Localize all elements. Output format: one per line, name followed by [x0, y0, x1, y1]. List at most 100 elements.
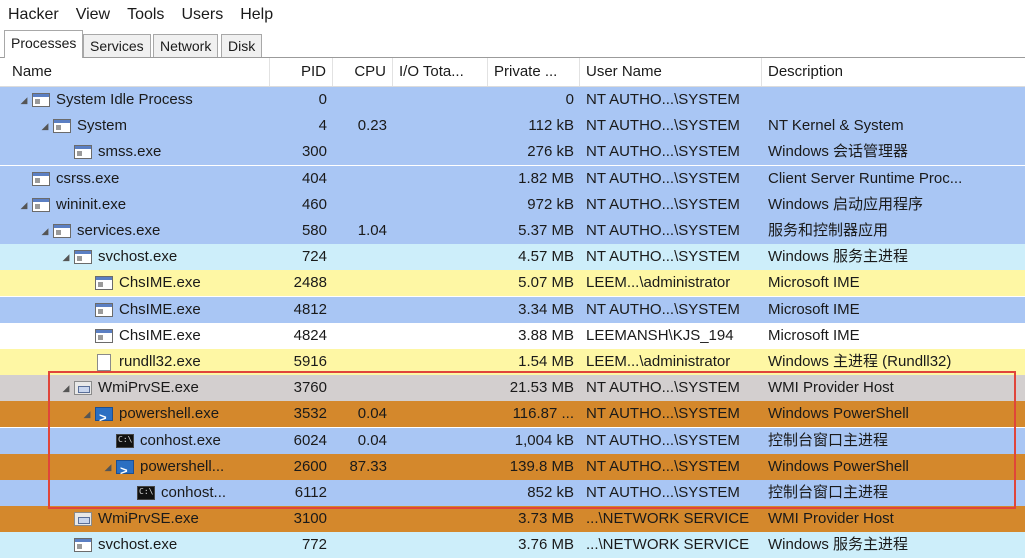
process-name: System	[77, 117, 128, 135]
io-total-cell	[393, 87, 488, 113]
description-cell: 控制台窗口主进程	[768, 431, 889, 449]
process-row[interactable]: ◢ svchost.exe 724 4.57 MB NT AUTHO...\SYSTEM…	[0, 244, 1025, 271]
io-total-cell	[393, 506, 488, 532]
process-row[interactable]: csrss.exe 404 1.82 MB NT AUTHO...\SYSTEM Cli…	[0, 165, 1025, 192]
private-bytes-cell: 0	[565, 91, 574, 108]
process-row[interactable]: svchost.exe 772 3.76 MB ...\NETWORK SERVICE…	[0, 532, 1025, 559]
process-row[interactable]: ◢ services.exe 580 1.04 5.37 MB NT AUTHO...\S…	[0, 218, 1025, 244]
console-icon	[137, 486, 155, 500]
pid-cell: 724	[301, 248, 327, 266]
process-row[interactable]: ChsIME.exe 2488 5.07 MB LEEM...\administrat…	[0, 270, 1025, 297]
description-cell: WMI Provider Host	[768, 510, 894, 528]
menu-hacker[interactable]: Hacker	[0, 6, 68, 24]
io-total-cell	[393, 166, 488, 192]
window-icon	[95, 276, 113, 291]
menu-users[interactable]: Users	[173, 6, 232, 24]
process-name: services.exe	[77, 222, 161, 239]
process-name: powershell.exe	[119, 405, 220, 423]
tab-disk[interactable]: Disk	[221, 34, 263, 57]
pid-cell: 460	[301, 195, 327, 213]
collapse-triangle-icon[interactable]: ◢	[60, 375, 72, 401]
process-row[interactable]: rundll32.exe 5916 1.54 MB LEEM...\administr…	[0, 349, 1025, 375]
collapse-triangle-icon[interactable]: ◢	[39, 218, 51, 244]
cpu-cell	[333, 297, 393, 323]
cpu-cell: 87.33	[349, 457, 387, 475]
column-description[interactable]: Description	[762, 58, 1025, 86]
wmi-icon	[74, 512, 92, 527]
window-icon	[32, 171, 50, 186]
process-name-cell: ◢ System Idle Process	[18, 87, 270, 113]
io-total-cell	[393, 428, 488, 454]
process-name: WmiPrvSE.exe	[98, 510, 199, 528]
column-pid[interactable]: PID	[270, 58, 333, 86]
description-cell: WMI Provider Host	[768, 379, 894, 397]
window-icon	[74, 145, 92, 160]
process-row[interactable]: ◢ powershell.exe 3532 0.04 116.87 ... NT AUTH…	[0, 401, 1025, 428]
process-name: smss.exe	[98, 143, 162, 161]
process-row[interactable]: conhost... 6112 852 kB NT AUTHO...\SYSTEM 控制…	[0, 480, 1025, 506]
menu-help[interactable]: Help	[232, 6, 282, 24]
column-name[interactable]: Name	[6, 58, 270, 86]
cpu-cell	[333, 244, 393, 270]
process-row[interactable]: ◢ System 4 0.23 112 kB NT AUTHO...\SYSTEM NT K…	[0, 113, 1025, 140]
document-icon	[97, 353, 111, 371]
process-row[interactable]: ChsIME.exe 4812 3.34 MB NT AUTHO...\SYSTEM M…	[0, 296, 1025, 323]
window-icon	[95, 302, 113, 317]
menu-view[interactable]: View	[68, 6, 119, 24]
process-row[interactable]: conhost.exe 6024 0.04 1,004 kB NT AUTHO...\S…	[0, 427, 1025, 454]
powershell-icon	[95, 405, 113, 427]
collapse-triangle-icon[interactable]: ◢	[102, 454, 114, 480]
user-name-cell: NT AUTHO...\SYSTEM	[586, 300, 740, 318]
cpu-cell	[333, 87, 393, 113]
column-cpu[interactable]: CPU	[333, 58, 393, 86]
window-icon	[74, 538, 92, 553]
user-name-cell: NT AUTHO...\SYSTEM	[586, 379, 740, 397]
pid-cell: 3760	[293, 379, 327, 397]
tab-services[interactable]: Services	[83, 34, 151, 57]
private-bytes-cell: 116.87 ...	[512, 405, 574, 423]
column-io-total[interactable]: I/O Tota...	[393, 58, 488, 86]
collapse-triangle-icon[interactable]: ◢	[60, 244, 72, 270]
private-bytes-cell: 1,004 kB	[514, 431, 574, 449]
tab-processes[interactable]: Processes	[4, 30, 84, 58]
user-name-cell: ...\NETWORK SERVICE	[586, 510, 750, 528]
pid-cell: 300	[301, 143, 327, 161]
process-name: conhost...	[161, 484, 227, 501]
description-cell: Microsoft IME	[768, 326, 860, 344]
private-bytes-cell: 4.57 MB	[518, 248, 574, 266]
description-cell: Windows 服务主进程	[768, 248, 909, 266]
user-name-cell: NT AUTHO...\SYSTEM	[586, 248, 740, 266]
tab-network[interactable]: Network	[153, 34, 219, 57]
user-name-cell: NT AUTHO...\SYSTEM	[586, 457, 740, 475]
process-name-cell: conhost...	[123, 480, 270, 506]
column-private-bytes[interactable]: Private ...	[488, 58, 580, 86]
collapse-triangle-icon[interactable]: ◢	[18, 87, 30, 113]
private-bytes-cell: 139.8 MB	[509, 457, 574, 475]
user-name-cell: NT AUTHO...\SYSTEM	[586, 484, 740, 501]
user-name-cell: LEEM...\administrator	[586, 274, 731, 292]
process-name: csrss.exe	[56, 169, 120, 187]
user-name-cell: NT AUTHO...\SYSTEM	[586, 117, 740, 135]
menu-tools[interactable]: Tools	[119, 6, 173, 24]
private-bytes-cell: 3.76 MB	[518, 536, 574, 554]
process-row[interactable]: WmiPrvSE.exe 3100 3.73 MB ...\NETWORK SERVI…	[0, 506, 1025, 533]
private-bytes-cell: 972 kB	[527, 195, 574, 213]
cpu-cell	[333, 506, 393, 532]
process-row[interactable]: ◢ WmiPrvSE.exe 3760 21.53 MB NT AUTHO...\SYS…	[0, 375, 1025, 402]
collapse-triangle-icon[interactable]: ◢	[18, 192, 30, 218]
private-bytes-cell: 5.07 MB	[518, 274, 574, 292]
collapse-triangle-icon[interactable]: ◢	[81, 401, 93, 427]
process-row[interactable]: ◢ wininit.exe 460 972 kB NT AUTHO...\SYSTEM W…	[0, 191, 1025, 218]
user-name-cell: NT AUTHO...\SYSTEM	[586, 169, 740, 187]
process-row[interactable]: ◢ System Idle Process 0 0 NT AUTHO...\SYSTEM	[0, 87, 1025, 113]
private-bytes-cell: 3.88 MB	[518, 326, 574, 344]
private-bytes-cell: 3.73 MB	[518, 510, 574, 528]
process-row[interactable]: smss.exe 300 276 kB NT AUTHO...\SYSTEM Windo…	[0, 139, 1025, 166]
process-row[interactable]: ChsIME.exe 4824 3.88 MB LEEMANSH\KJS_194 Mic…	[0, 322, 1025, 349]
description-cell: 控制台窗口主进程	[768, 484, 889, 501]
column-user-name[interactable]: User Name	[580, 58, 762, 86]
process-row[interactable]: ◢ powershell... 2600 87.33 139.8 MB NT AUTHO.…	[0, 453, 1025, 480]
window-icon	[74, 250, 92, 265]
collapse-triangle-icon[interactable]: ◢	[39, 113, 51, 139]
io-total-cell	[393, 113, 488, 139]
